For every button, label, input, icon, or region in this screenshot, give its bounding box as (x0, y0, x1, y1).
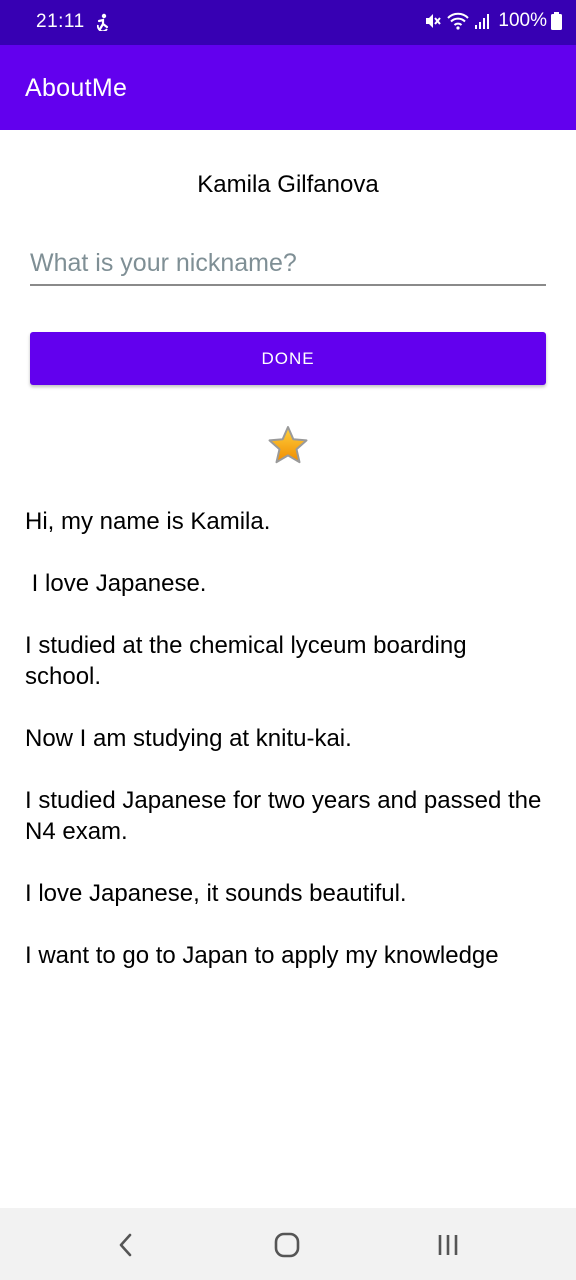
app-title: AboutMe (25, 74, 128, 102)
recents-icon[interactable] (433, 1230, 463, 1260)
status-bar: 21:11 100% (0, 0, 576, 45)
bio-text: Hi, my name is Kamila. I love Japanese. … (25, 508, 542, 969)
navigation-bar (0, 1208, 576, 1280)
name-heading: Kamila Gilfanova (197, 171, 379, 198)
battery-percentage: 100% (498, 10, 547, 31)
back-icon[interactable] (111, 1230, 141, 1260)
status-icons: 100% (424, 10, 562, 32)
accessibility-icon (96, 13, 109, 31)
wifi-icon (447, 12, 470, 30)
star-icon (268, 426, 308, 464)
battery-icon (551, 12, 562, 30)
app-bar: AboutMe (0, 45, 576, 130)
home-icon[interactable] (272, 1230, 302, 1260)
nickname-input[interactable] (30, 242, 546, 286)
done-button[interactable]: DONE (30, 332, 546, 385)
signal-icon (475, 14, 490, 29)
mute-icon (426, 14, 442, 28)
status-time: 21:11 (36, 11, 85, 32)
